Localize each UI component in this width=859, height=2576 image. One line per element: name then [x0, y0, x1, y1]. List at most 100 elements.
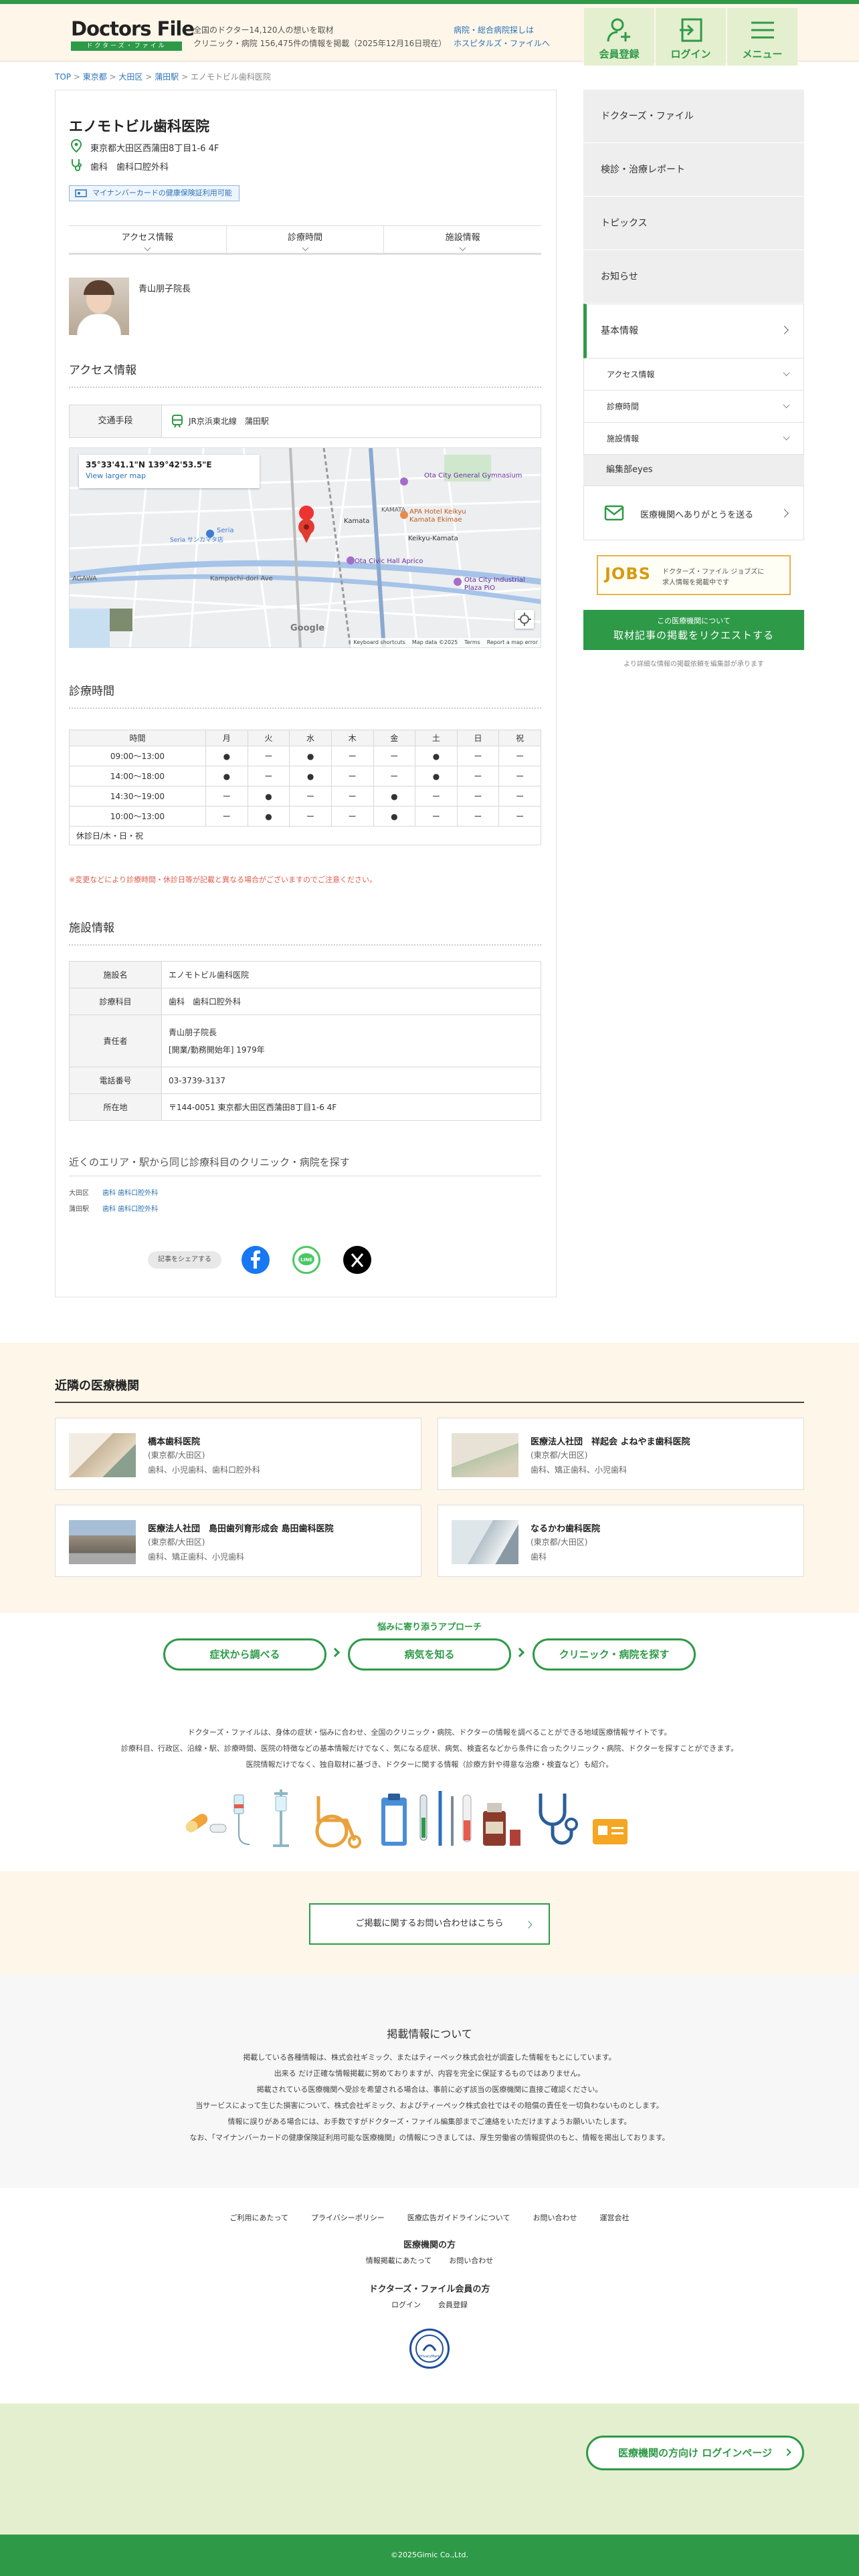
nearby-card[interactable]: 医療法人社団 祥起会 よねやま歯科医院 (東京都/大田区) 歯科、矯正歯科、小児…: [438, 1418, 804, 1490]
hospitals-file-link-1[interactable]: 病院・総合病院探しは: [454, 24, 534, 37]
nearby-clinic-subjects: 歯科、矯正歯科、小児歯科: [148, 1552, 245, 1562]
table-row: 電話番号 03-3739-3137: [69, 1067, 541, 1094]
hours-closed-days: 休診日/木・日・祝: [69, 826, 541, 845]
train-icon: [172, 415, 183, 428]
footer-main-links: ご利用にあたって プライバシーポリシー 医療広告ガイドラインについて お問い合わ…: [0, 2212, 859, 2223]
search-by-symptom-button[interactable]: 症状から調べる: [163, 1638, 326, 1671]
menu-button[interactable]: メニュー: [727, 8, 797, 66]
hours-cell: ー: [330, 786, 374, 807]
map-label-keikyu: Keikyu-Kamata: [408, 535, 458, 542]
table-row: 施設名 エノモトビル歯科医院: [69, 961, 541, 988]
hours-head-sun: 日: [456, 730, 500, 746]
about-line-3: 医院情報だけでなく、独自取材に基づき、ドクターに関する情報（診療方針や得意な治療…: [246, 1760, 613, 1769]
map-keyboard-shortcuts[interactable]: Keyboard shortcuts: [353, 638, 405, 647]
footer-link-med-contact[interactable]: お問い合わせ: [449, 2255, 493, 2266]
map-report-link[interactable]: Report a map error: [487, 638, 538, 647]
login-button[interactable]: ログイン: [655, 8, 726, 66]
arrow-right-icon: [330, 1647, 341, 1658]
sidebar-sub-facility[interactable]: 施設情報: [583, 423, 804, 455]
contact-button[interactable]: ご掲載に関するお問い合わせはこちら: [309, 1903, 550, 1945]
map-terms-link[interactable]: Terms: [464, 638, 480, 647]
search-links-kamata[interactable]: 歯科 歯科口腔外科: [102, 1206, 158, 1213]
hours-cell: ー: [456, 786, 500, 807]
jobs-logo: JOBS: [605, 564, 651, 583]
register-button[interactable]: 会員登録: [583, 8, 654, 66]
sidebar-item-doctors-file[interactable]: ドクターズ・ファイル: [583, 90, 804, 143]
nearby-card[interactable]: 橋本歯科医院 (東京都/大田区) 歯科、小児歯科、歯科口腔外科: [55, 1418, 421, 1490]
pill-icon: [185, 1814, 208, 1832]
footer-link-ad-guideline[interactable]: 医療広告ガイドラインについて: [407, 2212, 510, 2223]
breadcrumb-kamata[interactable]: 蒲田駅: [155, 72, 179, 82]
footer-link-register[interactable]: 会員登録: [438, 2299, 468, 2310]
transport-label: 交通手段: [70, 405, 162, 437]
sidebar-editor-eyes[interactable]: 編集部eyes: [583, 455, 804, 486]
site-logo[interactable]: Doctors File ドクターズ・ファイル: [71, 17, 195, 53]
hours-cell: ー: [498, 746, 541, 766]
breadcrumb-ota[interactable]: 大田区: [118, 72, 142, 82]
footer-link-login[interactable]: ログイン: [391, 2299, 421, 2310]
sidebar-sub-hours[interactable]: 診療時間: [583, 391, 804, 423]
footer-link-listing[interactable]: 情報掲載にあたって: [366, 2255, 432, 2266]
clinic-subjects: 歯科 歯科口腔外科: [90, 163, 169, 173]
sidebar-item-topics[interactable]: トピックス: [583, 197, 804, 250]
breadcrumb-tokyo[interactable]: 東京都: [83, 72, 107, 82]
line-share-button[interactable]: LINE: [292, 1246, 320, 1274]
nearby-card[interactable]: 医療法人社団 島田歯列育形成会 島田歯科医院 (東京都/大田区) 歯科、矯正歯科…: [55, 1505, 421, 1577]
access-section-title: アクセス情報: [69, 360, 541, 388]
sidebar-item-basic-info[interactable]: 基本情報: [583, 304, 804, 358]
hours-head-sat: 土: [415, 730, 458, 746]
hours-cell: ー: [247, 766, 290, 786]
hours-cell: ●: [247, 786, 290, 807]
stethoscope-illust-icon: [539, 1794, 578, 1845]
google-map[interactable]: 35°33'41.1"N 139°42'53.5"E View larger m…: [69, 447, 541, 648]
hospitals-file-link-2[interactable]: ホスピタルズ・ファイルへ: [454, 37, 550, 50]
nearby-clinic-address: (東京都/大田区): [531, 1537, 588, 1547]
doctor-photo: [69, 278, 129, 335]
request-article-button[interactable]: この医療機関について 取材記事の掲載をリクエストする: [583, 610, 804, 650]
footer-link-terms[interactable]: ご利用にあたって: [230, 2212, 288, 2223]
nearby-card[interactable]: なるかわ歯科医院 (東京都/大田区) 歯科: [438, 1505, 804, 1577]
footer-link-contact[interactable]: お問い合わせ: [533, 2212, 577, 2223]
clinic-name: エノモトビル歯科医院: [69, 118, 209, 134]
footer-link-company[interactable]: 運営会社: [599, 2212, 629, 2223]
medical-login-button[interactable]: 医療機関の方向け ログインページ: [586, 2436, 804, 2470]
hours-head-hol: 祝: [498, 730, 541, 746]
nearby-section: 近隣の医療機関 橋本歯科医院 (東京都/大田区) 歯科、小児歯科、歯科口腔外科 …: [0, 1343, 859, 1613]
facility-value: エノモトビル歯科医院: [161, 961, 541, 988]
nearby-clinic-name: 医療法人社団 島田歯列育形成会 島田歯科医院: [148, 1524, 334, 1534]
sidebar-item-news[interactable]: お知らせ: [583, 250, 804, 304]
disclaimer-line: 当サービスによって生じた損害について、株式会社ギミック、およびティーペック株式会…: [195, 2101, 664, 2110]
tab-hours[interactable]: 診療時間: [227, 226, 385, 253]
learn-disease-button[interactable]: 病気を知る: [348, 1638, 511, 1671]
view-larger-map-link[interactable]: View larger map: [86, 471, 253, 480]
clinic-main-card: エノモトビル歯科医院 東京都大田区西蒲田8丁目1-6 4F 歯科 歯科口腔外科 …: [55, 90, 557, 1297]
map-label-seria-store: Seria サンカマタ店: [170, 537, 223, 544]
footer-link-privacy[interactable]: プライバシーポリシー: [311, 2212, 385, 2223]
sidebar-item-reports[interactable]: 検診・治療レポート: [583, 143, 804, 197]
x-share-button[interactable]: [343, 1246, 371, 1274]
logo-subtext: ドクターズ・ファイル: [71, 41, 182, 51]
tab-facility[interactable]: 施設情報: [384, 226, 541, 253]
jobs-banner[interactable]: JOBS ドクターズ・ファイル ジョブズに 求人情報を掲載中です: [597, 555, 791, 595]
sidebar-sub-access[interactable]: アクセス情報: [583, 358, 804, 391]
hours-cell: ●: [373, 786, 416, 807]
map-label-apa: APA Hotel Keikyu Kamata Ekimae: [409, 508, 466, 524]
hours-cell: ー: [456, 766, 500, 786]
sidebar-basic-label: 基本情報: [601, 326, 638, 336]
hours-head-wed: 水: [289, 730, 332, 746]
chevron-down-icon: [302, 244, 308, 251]
map-locate-button[interactable]: [515, 610, 534, 629]
nearby-clinic-subjects: 歯科: [531, 1552, 547, 1562]
mail-icon: [604, 505, 624, 521]
tab-access[interactable]: アクセス情報: [69, 226, 227, 253]
breadcrumb-top[interactable]: TOP: [55, 72, 71, 82]
chevron-down-icon: [459, 244, 466, 251]
nearby-clinic-subjects: 歯科、矯正歯科、小児歯科: [531, 1465, 628, 1475]
bottom-login-section: 医療機関の方向け ログインページ: [0, 2403, 859, 2535]
sidebar-thanks[interactable]: 医療機関へありがとうを送る: [583, 486, 804, 540]
chevron-right-icon: [783, 2448, 791, 2456]
facebook-share-button[interactable]: [242, 1246, 270, 1274]
search-row-kamata: 蒲田駅 歯科 歯科口腔外科: [69, 1203, 158, 1213]
find-clinic-button[interactable]: クリニック・病院を探す: [533, 1638, 696, 1671]
search-links-ota[interactable]: 歯科 歯科口腔外科: [102, 1190, 158, 1197]
